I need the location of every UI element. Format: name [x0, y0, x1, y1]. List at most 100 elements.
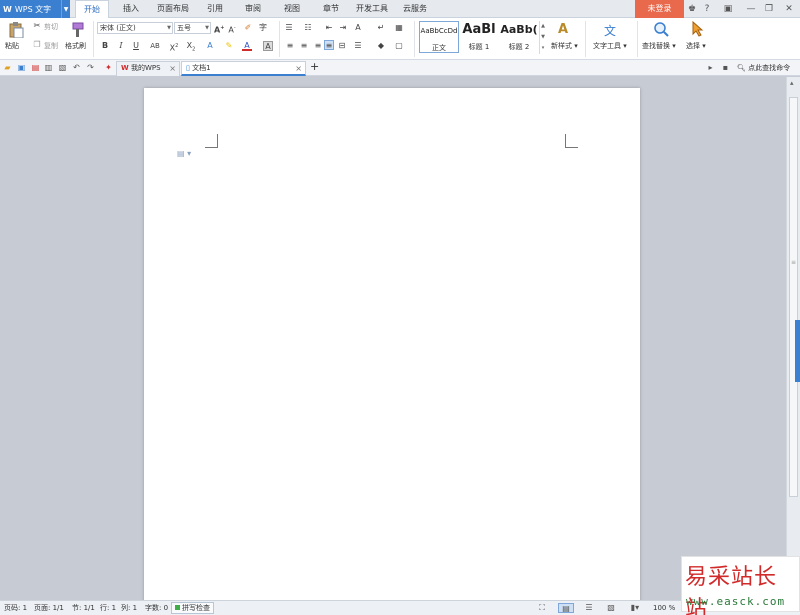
paragraph-layout-icon[interactable]: ▤ ▾ [177, 149, 191, 158]
restore-icon[interactable]: ❐ [762, 0, 776, 18]
command-search[interactable]: 🔍︎ 点此查找命令 [737, 62, 790, 74]
scrollbar-thumb[interactable] [789, 97, 798, 497]
font-color-icon[interactable]: A [242, 41, 252, 51]
bullet-list-icon[interactable]: ☰ [284, 23, 294, 33]
share-icon[interactable]: ▪ [721, 63, 730, 72]
increase-indent-icon[interactable]: ⇥ [338, 23, 348, 33]
tab-my-wps[interactable]: W 我的WPS × [116, 61, 180, 76]
highlight-icon[interactable]: ✎ [224, 41, 234, 51]
export-pdf-icon[interactable]: ▤ [31, 63, 40, 72]
outline-view-icon[interactable]: ☰ [584, 603, 594, 613]
status-row[interactable]: 行: 1 [100, 601, 116, 615]
tab-review[interactable]: 审阅 [239, 0, 267, 18]
doc-info-icon[interactable]: ▸ [706, 63, 715, 72]
cut-button[interactable]: 剪切 [44, 22, 58, 32]
subscript-icon[interactable]: X2 [186, 41, 196, 53]
format-painter-icon[interactable] [69, 22, 85, 38]
login-button[interactable]: 未登录 [635, 0, 684, 18]
new-style-button[interactable]: 新样式 ▾ [551, 41, 578, 51]
status-col[interactable]: 列: 1 [121, 601, 137, 615]
select-cursor-icon[interactable] [690, 20, 706, 37]
status-section[interactable]: 节: 1/1 [72, 601, 95, 615]
add-tab-button[interactable]: + [310, 61, 319, 72]
clear-format-icon[interactable]: ✐ [243, 23, 253, 33]
copy-icon[interactable]: ❐ [32, 40, 42, 50]
app-menu-button[interactable]: W WPS 文字 ▼ [0, 0, 70, 18]
window-mode-icon[interactable]: ▣ [722, 0, 734, 18]
numbered-list-icon[interactable]: ☷ [303, 23, 313, 33]
help-icon[interactable]: ? [700, 0, 714, 18]
document-page[interactable]: ▤ ▾ [144, 88, 640, 608]
format-painter-button[interactable]: 格式刷 [65, 41, 86, 51]
phonetic-guide-icon[interactable]: 字 [258, 23, 268, 33]
align-center-icon[interactable]: ≡ [299, 41, 309, 51]
text-tools-icon[interactable]: 文 [604, 22, 620, 38]
tab-cloud[interactable]: 云服务 [398, 0, 432, 18]
tab-chapter[interactable]: 章节 [317, 0, 345, 18]
style-normal[interactable]: AaBbCcDd 正文 [419, 21, 459, 53]
superscript-icon[interactable]: X2 [169, 41, 179, 53]
close-icon[interactable]: × [169, 62, 176, 75]
new-style-icon[interactable]: A [558, 22, 574, 38]
italic-icon[interactable]: I [116, 41, 126, 51]
print-icon[interactable]: ▥ [44, 63, 53, 72]
status-word-count[interactable]: 字数: 0 [145, 601, 168, 615]
strikethrough-icon[interactable]: AB [148, 41, 162, 51]
char-shading-icon[interactable]: A [263, 41, 273, 51]
fullscreen-icon[interactable]: ⛶ [537, 603, 547, 613]
reading-view-icon[interactable]: ▮▾ [628, 603, 642, 613]
status-pages[interactable]: 页面: 1/1 [34, 601, 64, 615]
paste-button[interactable]: 粘贴 [5, 41, 19, 51]
shrink-font-icon[interactable]: A- [227, 23, 237, 35]
line-spacing-icon[interactable]: ☰ [353, 41, 363, 51]
open-folder-icon[interactable]: ▰ [3, 63, 12, 72]
tab-developer[interactable]: 开发工具 [352, 0, 392, 18]
status-page[interactable]: 页码: 1 [4, 601, 27, 615]
tab-view[interactable]: 视图 [278, 0, 306, 18]
style-gallery-scroll[interactable]: ▲ ▼ ▾ [539, 21, 546, 54]
justify-icon[interactable]: ≡ [324, 40, 334, 50]
find-replace-button[interactable]: 查找替换 ▾ [642, 41, 676, 51]
sort-icon[interactable]: A [353, 23, 363, 33]
borders-icon[interactable]: ▢ [394, 41, 404, 51]
paste-icon[interactable] [8, 22, 24, 39]
side-panel-toggle[interactable] [795, 320, 800, 382]
skin-icon[interactable]: ♚ [686, 0, 698, 18]
print-preview-icon[interactable]: ▧ [58, 63, 67, 72]
decrease-indent-icon[interactable]: ⇤ [324, 23, 334, 33]
text-effect-icon[interactable]: A [205, 41, 215, 51]
spellcheck-button[interactable]: 拼写检查 [171, 602, 214, 614]
close-icon[interactable]: × [295, 62, 302, 75]
scissors-icon[interactable]: ✂ [32, 21, 42, 31]
font-name-select[interactable]: 宋体 (正文) ▼ [97, 22, 173, 34]
style-heading-2[interactable]: AaBb( 标题 2 [500, 21, 538, 53]
grow-font-icon[interactable]: A+ [214, 23, 224, 35]
page-view-icon[interactable]: ▤ [558, 603, 574, 613]
copy-button[interactable]: 复制 [44, 41, 58, 51]
pin-icon[interactable]: ✦ [104, 63, 113, 72]
shading-icon[interactable]: ◆ [376, 41, 386, 51]
scroll-up-icon[interactable]: ▴ [790, 79, 794, 87]
minimize-icon[interactable]: — [744, 0, 758, 18]
tab-insert[interactable]: 插入 [117, 0, 145, 18]
undo-icon[interactable]: ↶ [72, 63, 81, 72]
select-button[interactable]: 选择 ▾ [686, 41, 706, 51]
distribute-icon[interactable]: ⊟ [337, 41, 347, 51]
find-replace-icon[interactable] [653, 21, 669, 37]
redo-icon[interactable]: ↷ [86, 63, 95, 72]
show-marks-icon[interactable]: ↵ [376, 23, 386, 33]
table-icon[interactable]: ▦ [394, 23, 404, 33]
tab-references[interactable]: 引用 [201, 0, 229, 18]
underline-icon[interactable]: U [131, 41, 141, 51]
tab-start[interactable]: 开始 [75, 0, 109, 19]
align-right-icon[interactable]: ≡ [313, 41, 323, 51]
zoom-level[interactable]: 100 % [653, 601, 675, 615]
font-size-select[interactable]: 五号 ▼ [174, 22, 211, 34]
bold-icon[interactable]: B [100, 41, 110, 51]
save-icon[interactable]: ▣ [17, 63, 26, 72]
tab-document-1[interactable]: ▯ 文档1 × [181, 61, 306, 76]
chevron-down-icon[interactable]: ▼ [61, 0, 70, 18]
text-tools-button[interactable]: 文字工具 ▾ [593, 41, 627, 51]
close-icon[interactable]: ✕ [782, 0, 796, 18]
align-left-icon[interactable]: ≡ [285, 41, 295, 51]
